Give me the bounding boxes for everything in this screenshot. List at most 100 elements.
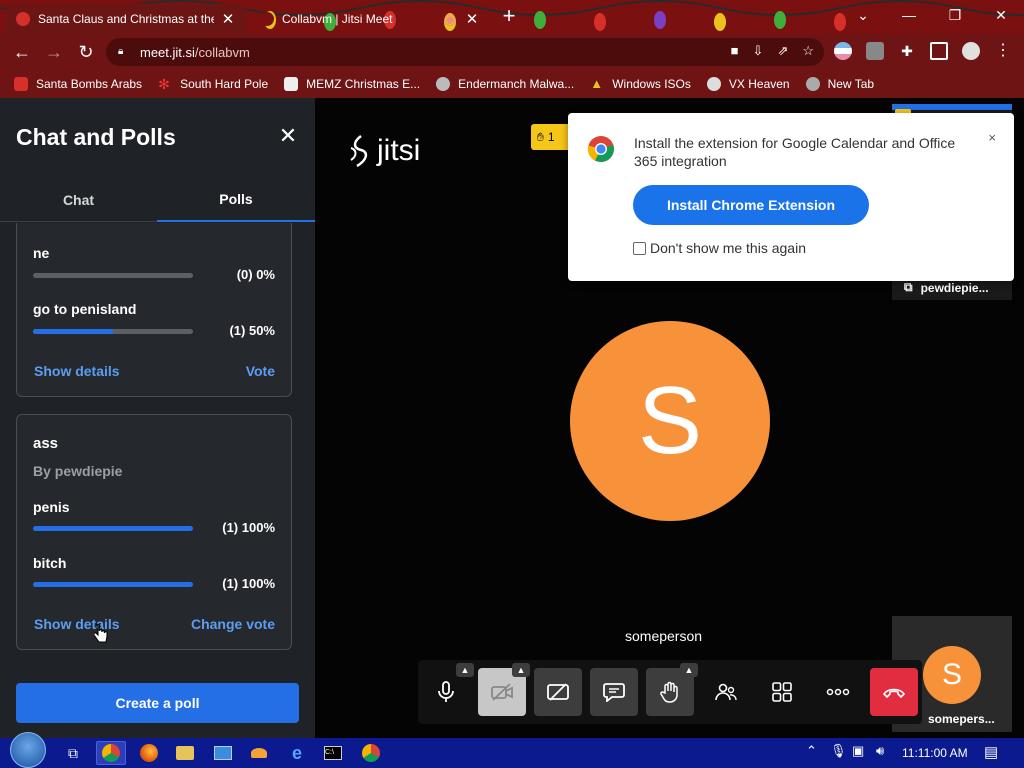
restore-button[interactable]: ❐ (932, 0, 978, 30)
participant-avatar: S (923, 646, 981, 704)
poll-option-bar (33, 273, 193, 278)
close-tab-icon[interactable]: ✕ (464, 10, 480, 28)
chat-icon (603, 683, 625, 702)
vote-link[interactable]: Vote (246, 363, 275, 379)
audio-options-caret[interactable]: ▲ (456, 663, 474, 677)
bookmark-windows-isos[interactable]: ▲ Windows ISOs (590, 76, 691, 92)
task-view-icon[interactable]: ⧉ (58, 741, 88, 765)
poll-option-stat: (0) 0% (236, 267, 275, 282)
chat-button[interactable] (590, 668, 638, 716)
bookmark-vx-heaven[interactable]: VX Heaven (706, 77, 790, 91)
bookmark-south-hard-pole[interactable]: ✻ South Hard Pole (158, 77, 268, 91)
taskbar-paint[interactable] (244, 741, 274, 765)
show-hidden-icons-chevron[interactable]: ⌃ (806, 743, 817, 759)
taskbar-ie[interactable]: e (282, 741, 312, 765)
microphone-icon (438, 681, 454, 702)
lock-icon: 🔒︎ (118, 46, 124, 57)
install-extension-button[interactable]: Install Chrome Extension (633, 185, 869, 225)
extension-message: Install the extension for Google Calenda… (634, 135, 956, 169)
tree-icon: ▲ (590, 76, 604, 91)
extensions-puzzle-icon[interactable]: ✚ (898, 42, 916, 60)
change-vote-link[interactable]: Change vote (191, 616, 275, 632)
poll-option-bar (33, 526, 193, 531)
taskbar-clock[interactable]: 11:11:00 AM (902, 746, 968, 760)
bookmark-santa-bombs-arabs[interactable]: Santa Bombs Arabs (14, 77, 142, 91)
video-options-caret[interactable]: ▲ (512, 663, 530, 677)
memz-icon (284, 77, 299, 91)
dont-show-again-checkbox[interactable]: Don't show me this again (633, 240, 806, 256)
bookmark-endermanch[interactable]: Endermanch Malwa... (436, 77, 574, 91)
new-tab-button[interactable]: + (497, 5, 521, 29)
participants-button[interactable] (702, 668, 750, 716)
tab-title: Collabvm | Jitsi Meet (282, 12, 393, 26)
chrome-icon (362, 744, 380, 762)
taskbar-chrome-2[interactable] (356, 741, 386, 765)
close-sidebar-icon[interactable]: ✕ (276, 124, 300, 148)
tab-santa-claus[interactable]: Santa Claus and Christmas at the ✕ (6, 4, 246, 34)
poll-option-label: bitch (33, 555, 67, 571)
profile-avatar-icon[interactable] (962, 42, 980, 60)
globe-icon (805, 77, 820, 91)
leave-meeting-button[interactable] (870, 668, 918, 716)
network-icon[interactable]: ▣ (852, 743, 864, 759)
extension-s-icon[interactable] (866, 42, 884, 60)
reload-icon[interactable]: ↻ (74, 40, 98, 64)
create-poll-button[interactable]: Create a poll (16, 683, 299, 723)
minimize-button[interactable]: — (886, 0, 932, 30)
bookmark-new-tab[interactable]: New Tab (805, 77, 874, 91)
reactions-caret[interactable]: ▲ (680, 663, 698, 677)
forward-icon[interactable]: → (42, 40, 66, 64)
enderman-icon (436, 77, 451, 91)
chrome-menu-icon[interactable]: ⋮ (994, 42, 1012, 60)
sidebar-tabs: Chat Polls (0, 178, 315, 222)
close-window-button[interactable]: ✕ (978, 0, 1024, 30)
tab-polls[interactable]: Polls (157, 178, 315, 222)
tab-search-chevron-icon[interactable]: ⌄ (840, 0, 886, 30)
more-options-button[interactable] (814, 668, 862, 716)
jitsi-favicon-icon (260, 12, 274, 26)
close-popup-icon[interactable]: × (988, 130, 996, 145)
bookmarks-bar: Santa Bombs Arabs ✻ South Hard Pole MEMZ … (0, 70, 1024, 98)
tab-chat[interactable]: Chat (0, 178, 157, 222)
volume-icon[interactable]: 🔊︎ (876, 743, 884, 759)
address-bar-row: ← → ↻ 🔒︎ meet.jit.si/collabvm ■ ⇩ ⇗ ☆ ✚ … (0, 34, 1024, 70)
back-icon[interactable]: ← (10, 40, 34, 64)
firefox-icon (140, 744, 158, 762)
start-button[interactable] (10, 732, 46, 768)
camera-permission-icon[interactable]: ■ (731, 43, 739, 59)
vx-icon (706, 77, 721, 91)
microphone-tray-icon[interactable]: 🎙︎ (830, 743, 847, 759)
install-app-icon[interactable]: ⇩ (753, 43, 764, 59)
taskbar-media[interactable] (208, 741, 238, 765)
side-panel-icon[interactable] (930, 42, 948, 60)
screen-share-button[interactable] (534, 668, 582, 716)
screen-share-off-icon (547, 683, 569, 701)
window-icon (214, 746, 232, 760)
show-details-link[interactable]: Show details (34, 363, 120, 379)
poll-card: ass By pewdiepie penis (1) 100% bitch (1… (16, 414, 292, 650)
raised-hands-badge: ✋︎ 1 (531, 124, 571, 150)
tab-jitsi-meet[interactable]: Collabvm | Jitsi Meet ◉ ✕ (250, 4, 490, 34)
taskbar-firefox[interactable] (134, 741, 164, 765)
close-tab-icon[interactable]: ✕ (220, 10, 236, 28)
checkbox-icon[interactable] (633, 241, 646, 255)
taskbar-cmd[interactable]: C:\ (318, 741, 348, 765)
tile-view-button[interactable] (758, 668, 806, 716)
internet-explorer-icon: e (291, 742, 302, 763)
polls-list[interactable]: ne (0) 0% go to penisland (1) 50% Show d… (0, 223, 315, 653)
bookmark-memz-christmas[interactable]: MEMZ Christmas E... (284, 77, 420, 91)
notifications-icon[interactable]: ▤ (984, 743, 998, 761)
participant-name: pewdiepie... (920, 280, 989, 295)
omnibox[interactable]: 🔒︎ meet.jit.si/collabvm ■ ⇩ ⇗ ☆ (106, 38, 824, 66)
bookmark-star-icon[interactable]: ☆ (802, 43, 814, 59)
browser-tab-strip: Santa Claus and Christmas at the ✕ Colla… (0, 0, 1024, 34)
share-icon[interactable]: ⇗ (777, 43, 788, 59)
taskbar-chrome[interactable] (96, 741, 126, 765)
extension-flag-icon[interactable] (834, 42, 852, 60)
camera-off-icon (491, 683, 513, 701)
more-dots-icon (826, 688, 850, 696)
poll-author: By pewdiepie (33, 463, 123, 479)
paint-icon (251, 748, 267, 758)
screen-share-icon: ⧉ (904, 280, 913, 294)
taskbar-explorer[interactable] (170, 741, 200, 765)
